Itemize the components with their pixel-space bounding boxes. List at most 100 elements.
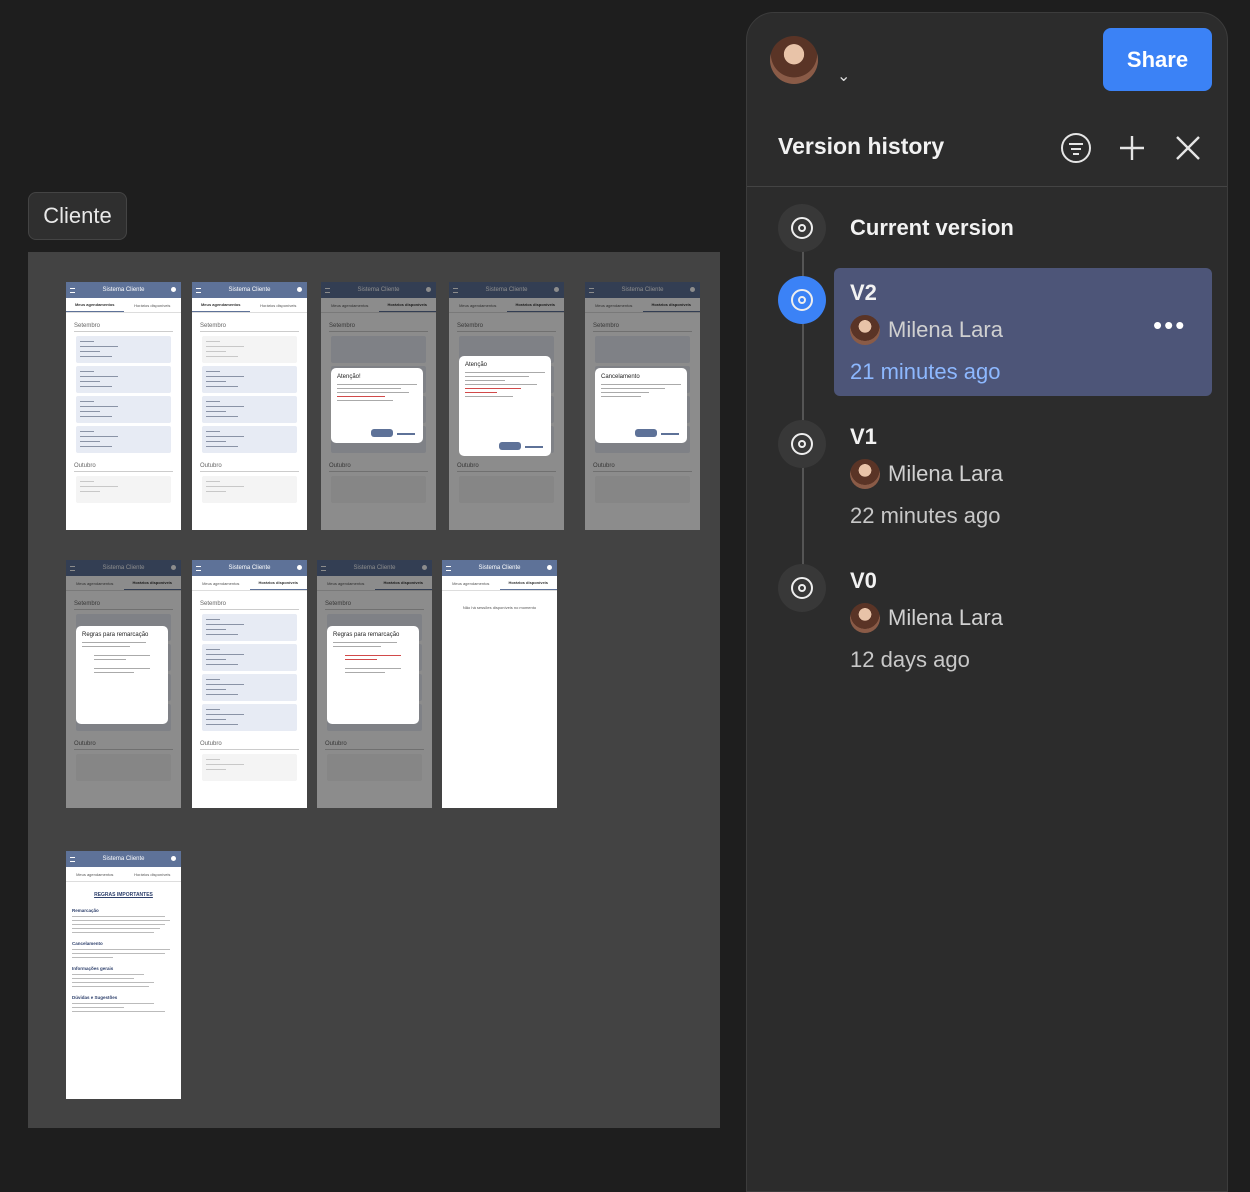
rules-content: REGRAS IMPORTANTES Remarcação Cancelamen…	[66, 882, 181, 1021]
menu-icon	[196, 566, 201, 571]
frame-label[interactable]: Cliente	[28, 192, 127, 240]
proceed-button	[661, 433, 679, 435]
screen-available-slots[interactable]: Sistema Cliente Meus agendamentos Horário…	[192, 560, 307, 808]
month-label: Setembro	[200, 323, 299, 332]
screen-rules[interactable]: Sistema Cliente Meus agendamentos Horário…	[66, 851, 181, 1099]
chevron-down-icon[interactable]: ⌄	[837, 66, 850, 86]
author-name: Milena Lara	[888, 317, 1003, 342]
menu-icon	[446, 566, 451, 571]
cancel-dialog: Cancelamento	[595, 368, 687, 443]
filter-icon[interactable]	[1060, 132, 1092, 169]
profile-icon	[171, 287, 176, 292]
version-name[interactable]: V1	[850, 424, 877, 450]
appointment-card	[202, 396, 297, 423]
appointment-card	[202, 674, 297, 701]
canvas-frame[interactable]: Sistema Cliente Meus agendamentos Horário…	[28, 252, 720, 1128]
appointment-card	[202, 644, 297, 671]
version-name[interactable]: V0	[850, 568, 877, 594]
current-version-icon	[778, 204, 826, 252]
profile-icon	[297, 287, 302, 292]
version-icon	[778, 564, 826, 612]
tab-mine: Meus agendamentos	[66, 298, 124, 312]
tabs: Meus agendamentos Horários disponíveis	[442, 576, 557, 591]
version-time: 22 minutes ago	[850, 503, 1001, 528]
plus-icon[interactable]	[1118, 134, 1146, 167]
avatar[interactable]	[770, 36, 818, 84]
tab-available: Horários disponíveis	[134, 302, 171, 308]
dialog-title: Regras para remarcação	[333, 632, 400, 638]
tab-available: Horários disponíveis	[249, 576, 307, 590]
rules-section-title: Cancelamento	[72, 941, 103, 946]
screen-my-appointments[interactable]: Sistema Cliente Meus agendamentos Horário…	[66, 282, 181, 530]
author-name: Milena Lara	[888, 605, 1003, 630]
appointment-card	[202, 754, 297, 781]
screen-empty-slots[interactable]: Sistema Cliente Meus agendamentos Horário…	[442, 560, 557, 808]
profile-icon	[547, 565, 552, 570]
tabs: Meus agendamentos Horários disponíveis	[192, 298, 307, 313]
version-time: 21 minutes ago	[850, 359, 1001, 384]
appointment-card	[202, 426, 297, 453]
attention-dialog: Atenção	[459, 356, 551, 456]
close-icon[interactable]	[1175, 135, 1201, 166]
month-label: Outubro	[74, 463, 173, 472]
panel-title: Version history	[778, 133, 945, 159]
profile-icon	[297, 565, 302, 570]
version-history-panel: ⌄ Share Version history Current version …	[746, 12, 1228, 1192]
appointment-card	[202, 476, 297, 503]
profile-icon	[171, 856, 176, 861]
tab-available: Horários disponíveis	[134, 871, 171, 877]
current-version-label[interactable]: Current version	[850, 215, 1014, 241]
app-title: Sistema Cliente	[228, 287, 271, 293]
tab-mine: Meus agendamentos	[192, 298, 250, 312]
dialog-title: Atenção	[465, 362, 488, 368]
attention-dialog: Atenção!	[331, 368, 423, 443]
appointment-card	[76, 366, 171, 393]
menu-icon	[70, 288, 75, 293]
app-title: Sistema Cliente	[478, 565, 521, 571]
screen-cancel-dialog[interactable]: Sistema Cliente Meus agendamentos Horário…	[585, 282, 700, 530]
appointment-card	[76, 336, 171, 363]
dialog-title: Atenção!	[337, 374, 361, 380]
menu-icon	[70, 857, 75, 862]
appointment-card	[76, 476, 171, 503]
return-button	[635, 429, 657, 437]
proceed-button	[525, 446, 543, 448]
screen-attention-dialog[interactable]: Sistema Cliente Meus agendamentos Horário…	[321, 282, 436, 530]
more-options-icon[interactable]: •••	[1153, 312, 1186, 338]
appointment-card	[76, 396, 171, 423]
app-header: Sistema Cliente	[442, 560, 557, 576]
avatar	[850, 459, 880, 489]
version-icon	[778, 276, 826, 324]
rules-section-title: Dúvidas e Sugestões	[72, 995, 118, 1000]
author-name: Milena Lara	[888, 461, 1003, 486]
app-title: Sistema Cliente	[228, 565, 271, 571]
share-button[interactable]: Share	[1103, 28, 1212, 91]
version-author: Milena Lara	[850, 459, 1003, 489]
month-label: Setembro	[200, 601, 299, 610]
version-time: 12 days ago	[850, 647, 970, 672]
screen-rules-dialog[interactable]: Sistema Cliente Meus agendamentos Horário…	[66, 560, 181, 808]
version-author: Milena Lara	[850, 315, 1003, 345]
version-author: Milena Lara	[850, 603, 1003, 633]
tab-available: Horários disponíveis	[499, 576, 557, 590]
appointment-card	[202, 704, 297, 731]
dialog-title: Cancelamento	[601, 374, 640, 380]
appointment-card	[202, 614, 297, 641]
divider	[747, 186, 1227, 187]
menu-icon	[196, 288, 201, 293]
avatar	[850, 603, 880, 633]
tabs: Meus agendamentos Horários disponíveis	[66, 867, 181, 882]
screen-rules-dialog-error[interactable]: Sistema Cliente Meus agendamentos Horário…	[317, 560, 432, 808]
return-button	[371, 429, 393, 437]
return-button	[499, 442, 521, 450]
app-header: Sistema Cliente	[192, 282, 307, 298]
appointment-card	[202, 366, 297, 393]
rules-section-title: Informações gerais	[72, 966, 114, 971]
dialog-title: Regras para remarcação	[82, 632, 149, 638]
rules-title: REGRAS IMPORTANTES	[94, 892, 153, 898]
screen-attention-dialog-2[interactable]: Sistema Cliente Meus agendamentos Horário…	[449, 282, 564, 530]
version-icon	[778, 420, 826, 468]
screen-my-appointments-edit[interactable]: Sistema Cliente Meus agendamentos Horário…	[192, 282, 307, 530]
month-label: Outubro	[200, 741, 299, 750]
rules-dialog: Regras para remarcação	[327, 626, 419, 724]
